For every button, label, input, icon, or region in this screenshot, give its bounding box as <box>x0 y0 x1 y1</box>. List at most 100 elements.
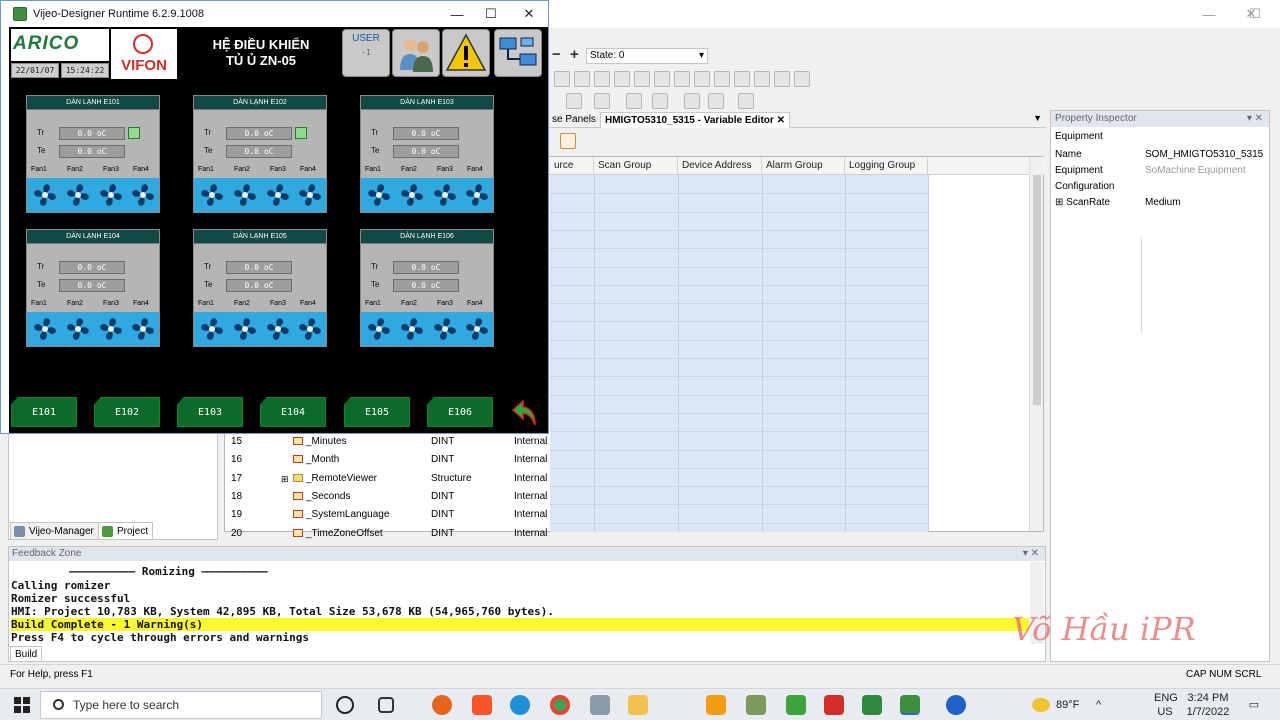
toolbar-button[interactable] <box>566 93 582 109</box>
user-button[interactable]: USER -1 <box>342 29 390 77</box>
property-row[interactable]: Name SOM_HMIGTO5310_5315 <box>1055 147 1267 163</box>
app-icon[interactable] <box>590 695 610 715</box>
fan-icon[interactable] <box>262 313 294 345</box>
fan-icon[interactable] <box>294 313 326 345</box>
expand-icon[interactable]: ⊞ <box>281 470 289 488</box>
fan-icon[interactable] <box>29 313 61 345</box>
app-icon[interactable] <box>706 695 726 715</box>
close-button[interactable]: ✕ <box>509 1 549 27</box>
windows-start-icon[interactable] <box>14 697 30 713</box>
nav-button-e106[interactable]: E106 <box>427 397 493 427</box>
people-icon[interactable] <box>982 695 1002 715</box>
table-row[interactable]: 16 _Month DINT Internal <box>225 451 928 469</box>
minus-icon[interactable]: − <box>552 46 561 63</box>
table-row[interactable]: 20 _TimeZoneOffset DINT Internal <box>225 525 928 543</box>
fan-icon[interactable] <box>127 179 159 211</box>
table-row[interactable]: 17 ⊞ _RemoteViewer Structure Internal <box>225 470 928 488</box>
column-header[interactable]: Scan Group <box>594 157 678 175</box>
fan-icon[interactable] <box>62 313 94 345</box>
column-header[interactable]: Device Address <box>678 157 762 175</box>
language-indicator[interactable]: ENG US <box>1154 691 1178 720</box>
close-icon[interactable]: ▾ ✕ <box>1023 547 1039 561</box>
app-icon[interactable] <box>746 695 766 715</box>
toolbar-button[interactable] <box>774 71 790 87</box>
fan-icon[interactable] <box>262 179 294 211</box>
app-icon[interactable] <box>824 695 844 715</box>
fan-icon[interactable] <box>294 179 326 211</box>
table-row[interactable]: 15 _Minutes DINT Internal <box>225 433 928 451</box>
close-icon[interactable]: ✕ <box>777 115 785 126</box>
fan-icon[interactable] <box>95 313 127 345</box>
firefox-icon[interactable] <box>432 695 452 715</box>
app-icon[interactable] <box>786 695 806 715</box>
toolbar-button[interactable] <box>684 93 700 109</box>
toolbar-button[interactable] <box>652 93 668 109</box>
column-header[interactable]: Logging Group <box>845 157 928 175</box>
property-row[interactable]: ⊞ ScanRate Medium <box>1055 195 1267 211</box>
tab-project[interactable]: Project <box>98 522 154 540</box>
fan-icon[interactable] <box>95 179 127 211</box>
notification-icon[interactable]: ▭ <box>1244 689 1264 720</box>
fan-icon[interactable] <box>229 179 261 211</box>
toolbar-button[interactable] <box>574 71 590 87</box>
toolbar-button[interactable] <box>694 71 710 87</box>
file-explorer-icon[interactable] <box>628 695 648 715</box>
toolbar-button[interactable] <box>714 71 730 87</box>
taskbar-search-input[interactable]: Type here to search <box>40 691 322 719</box>
tab-build[interactable]: Build <box>10 646 43 662</box>
fan-icon[interactable] <box>396 179 428 211</box>
toolbar-button[interactable] <box>614 71 630 87</box>
help-icon[interactable] <box>946 695 966 715</box>
nav-button-e104[interactable]: E104 <box>260 397 326 427</box>
close-icon[interactable]: ▾ ✕ <box>1247 111 1263 127</box>
table-row[interactable]: 19 _SystemLanguage DINT Internal <box>225 506 928 524</box>
fan-icon[interactable] <box>396 313 428 345</box>
toolbar-button[interactable] <box>654 71 670 87</box>
ide-close-button[interactable]: ✕ <box>1228 0 1274 28</box>
fan-icon[interactable] <box>429 179 461 211</box>
tab-variable-editor[interactable]: HMIGTO5310_5315 - Variable Editor ✕ <box>600 112 790 128</box>
toolbar-button[interactable] <box>594 93 610 109</box>
nav-button-e102[interactable]: E102 <box>94 397 160 427</box>
fan-icon[interactable] <box>196 313 228 345</box>
toolbar-button[interactable] <box>738 93 754 109</box>
fan-icon[interactable] <box>229 313 261 345</box>
variable-grid-scrollbar[interactable] <box>1029 157 1043 531</box>
vijeo-designer-icon[interactable] <box>862 695 882 715</box>
fan-icon[interactable] <box>127 313 159 345</box>
weather-temp[interactable]: 89°F <box>1056 689 1079 720</box>
column-header[interactable]: urce <box>550 157 594 175</box>
fan-icon[interactable] <box>363 179 395 211</box>
toolbar-button[interactable] <box>708 93 724 109</box>
toolbar-button[interactable] <box>674 71 690 87</box>
back-button[interactable] <box>509 397 541 429</box>
fan-icon[interactable] <box>29 179 61 211</box>
nav-button-e101[interactable]: E101 <box>11 397 77 427</box>
ide-minimize-button[interactable]: — <box>1186 0 1232 28</box>
property-row[interactable]: Equipment SoMachine Equipment <box>1055 163 1267 179</box>
toolbar-button[interactable] <box>634 71 650 87</box>
chevron-down-icon[interactable]: ▼ <box>1033 113 1042 123</box>
plus-icon[interactable]: + <box>570 46 579 63</box>
property-row[interactable]: Configuration <box>1055 179 1267 195</box>
tab-vijeo-manager[interactable]: Vijeo-Manager <box>10 522 99 540</box>
vijeo-runtime-icon[interactable] <box>900 695 920 715</box>
toolbar-button[interactable] <box>554 71 570 87</box>
grid-icon[interactable] <box>560 133 576 149</box>
toolbar-button[interactable] <box>594 71 610 87</box>
tab-panels[interactable]: se Panels <box>548 112 600 128</box>
nav-button-e103[interactable]: E103 <box>177 397 243 427</box>
toolbar-button[interactable] <box>626 93 642 109</box>
fan-icon[interactable] <box>461 179 493 211</box>
scrollbar-thumb[interactable] <box>1033 175 1041 405</box>
fan-icon[interactable] <box>62 179 94 211</box>
fan-icon[interactable] <box>429 313 461 345</box>
users-button[interactable] <box>392 29 440 77</box>
cortana-icon[interactable] <box>336 696 354 714</box>
toolbar-button[interactable] <box>734 71 750 87</box>
table-row[interactable]: 18 _Seconds DINT Internal <box>225 488 928 506</box>
fan-icon[interactable] <box>363 313 395 345</box>
clock[interactable]: 3:24 PM 1/7/2022 <box>1180 691 1236 720</box>
fan-icon[interactable] <box>461 313 493 345</box>
chrome-icon[interactable] <box>550 695 570 715</box>
